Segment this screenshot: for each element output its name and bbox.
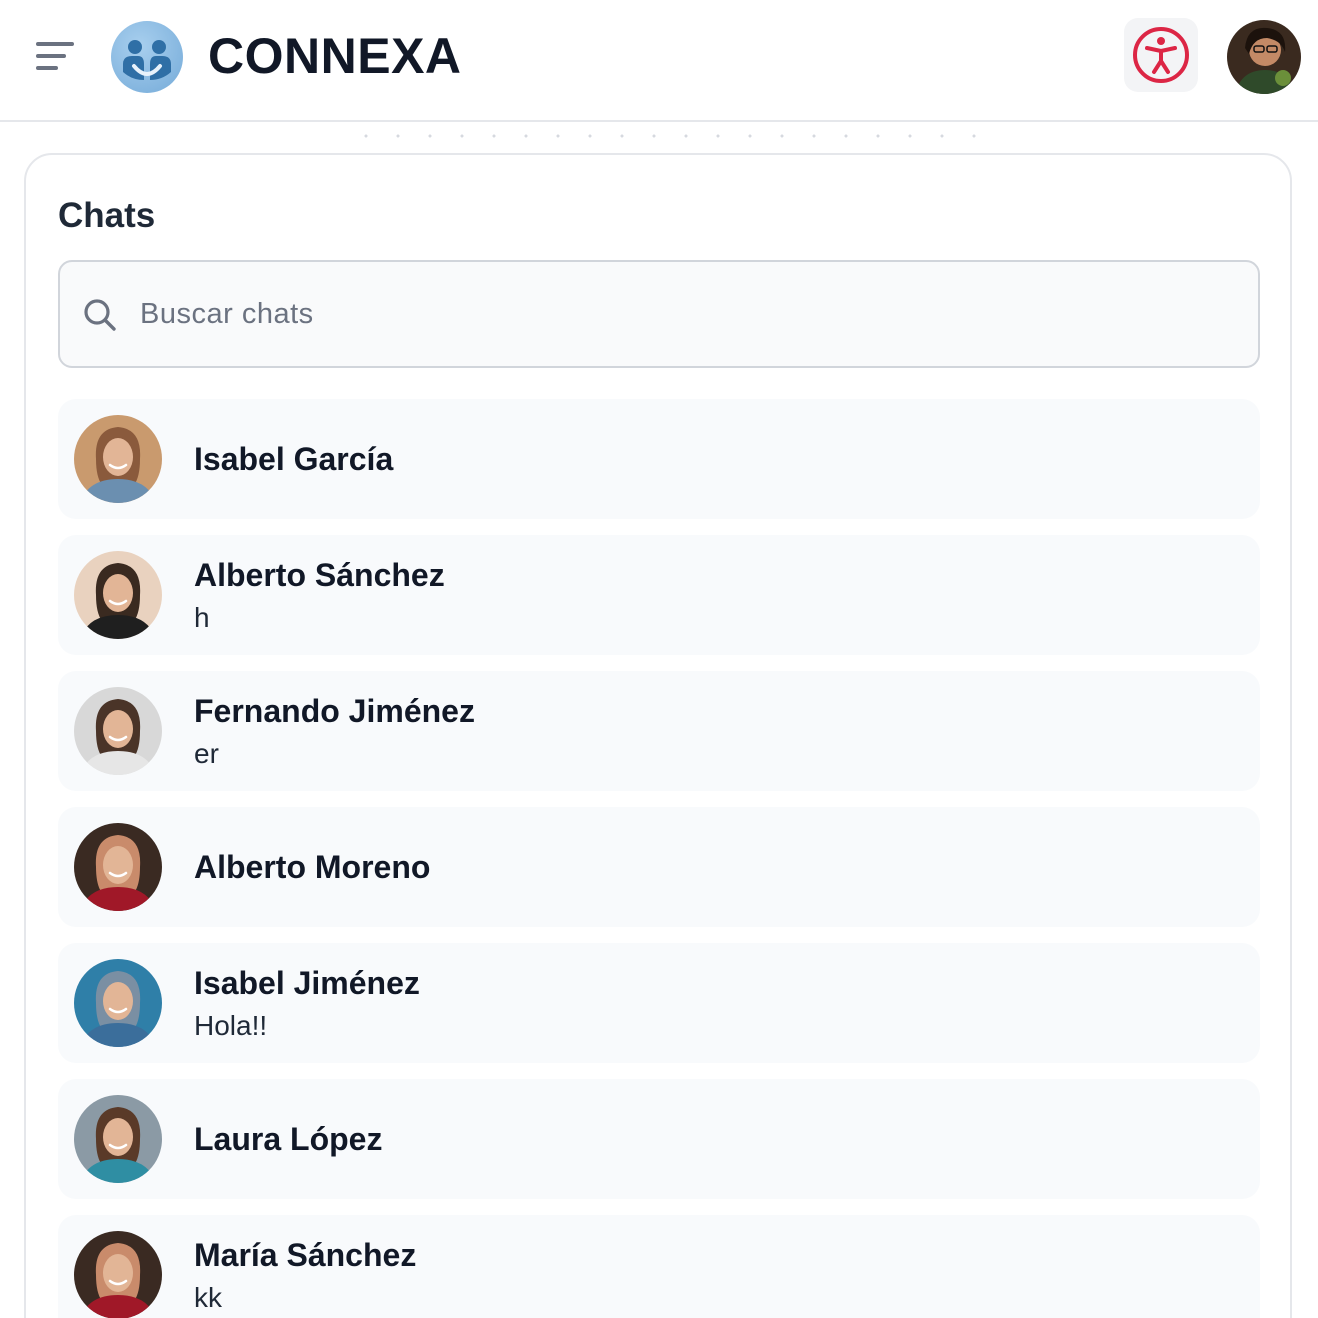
search-box [58,260,1260,368]
chat-list-item[interactable]: Laura López [58,1079,1260,1199]
chats-panel: Chats Isabel García Alberto Sánchez h Ferna… [24,153,1292,1318]
contact-name: Fernando Jiménez [194,693,475,729]
last-message: h [194,602,210,633]
last-message: Hola!! [194,1010,268,1041]
accessibility-icon [1133,27,1189,83]
accessibility-button[interactable] [1124,18,1198,92]
contact-name: Isabel García [194,441,394,477]
connexa-logo-icon [111,21,183,93]
user-avatar[interactable] [1227,20,1301,94]
contact-name: Alberto Sánchez [194,557,445,593]
contact-name: Isabel Jiménez [194,965,420,1001]
chat-list-item[interactable]: Isabel García [58,399,1260,519]
user-avatar-image [1227,20,1301,94]
contact-avatar [74,687,162,775]
chat-list: Isabel García Alberto Sánchez h Fernando Ji… [58,399,1260,1318]
chat-list-item[interactable]: Fernando Jiménez er [58,671,1260,791]
chat-list-item[interactable]: Alberto Moreno [58,807,1260,927]
chat-list-item[interactable]: Isabel Jiménez Hola!! [58,943,1260,1063]
search-input[interactable] [140,286,1240,342]
search-icon [84,299,116,331]
contact-avatar [74,959,162,1047]
contact-name: María Sánchez [194,1237,417,1273]
chats-title: Chats [58,196,156,235]
contact-avatar [74,551,162,639]
divider-dots [350,133,980,139]
contact-name: Laura López [194,1121,383,1157]
last-message: kk [194,1282,222,1313]
contact-avatar [74,1231,162,1318]
chat-list-item[interactable]: Alberto Sánchez h [58,535,1260,655]
top-bar: CONNEXA [0,0,1318,122]
contact-name: Alberto Moreno [194,849,431,885]
chat-list-item[interactable]: María Sánchez kk [58,1215,1260,1318]
contact-avatar [74,823,162,911]
contact-avatar [74,1095,162,1183]
last-message: er [194,738,219,769]
contact-avatar [74,415,162,503]
brand-name: CONNEXA [208,28,462,84]
hamburger-menu-icon[interactable] [30,36,80,76]
